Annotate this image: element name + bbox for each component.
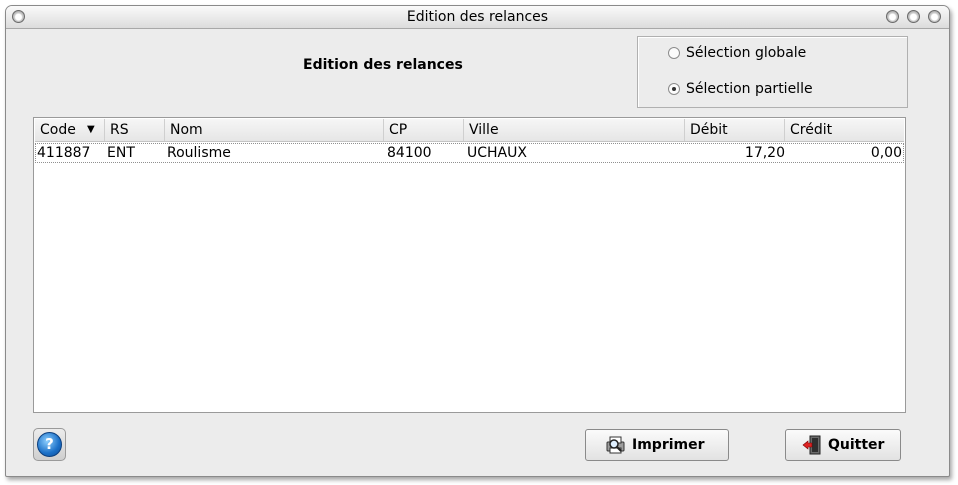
imprimer-label: Imprimer — [632, 437, 705, 453]
maximize-button[interactable] — [907, 10, 920, 23]
column-header-nom[interactable]: Nom — [165, 119, 384, 141]
table-header: Code ▼ RS Nom CP Ville Débit Crédit — [35, 119, 904, 142]
quitter-button[interactable]: Quitter — [785, 429, 901, 461]
imprimer-button[interactable]: Imprimer — [585, 429, 729, 461]
radio-selection-partielle[interactable]: Sélection partielle — [668, 79, 813, 99]
window-title: Edition des relances — [406, 9, 549, 25]
cell-debit: 17,20 — [744, 145, 785, 161]
radio-selection-globale[interactable]: Sélection globale — [668, 43, 806, 63]
help-button[interactable]: ? — [33, 428, 66, 461]
page-title: Edition des relances — [303, 57, 463, 73]
table-row[interactable]: 411887 ENT Roulisme 84100 UCHAUX 17,20 0… — [35, 143, 904, 163]
column-header-debit[interactable]: Débit — [685, 119, 785, 141]
column-header-credit[interactable]: Crédit — [785, 119, 904, 141]
sort-descending-icon: ▼ — [87, 124, 95, 135]
exit-door-icon — [802, 435, 821, 455]
cell-cp: 84100 — [387, 145, 432, 161]
cell-nom: Roulisme — [167, 145, 231, 161]
relances-table: Code ▼ RS Nom CP Ville Débit Crédit 4118… — [33, 117, 906, 413]
column-header-ville[interactable]: Ville — [464, 119, 685, 141]
column-header-cp[interactable]: CP — [384, 119, 464, 141]
minimize-button[interactable] — [886, 10, 899, 23]
radio-label-globale: Sélection globale — [686, 45, 807, 61]
column-header-code[interactable]: Code ▼ — [35, 119, 105, 141]
help-icon: ? — [37, 432, 62, 457]
radio-label-partielle: Sélection partielle — [686, 81, 813, 97]
quitter-label: Quitter — [828, 437, 885, 453]
radio-unchecked-icon[interactable] — [668, 47, 680, 59]
cell-credit: 0,00 — [870, 145, 902, 161]
cell-rs: ENT — [107, 145, 135, 161]
selection-radio-group: Sélection globale Sélection partielle — [637, 36, 908, 108]
column-header-rs[interactable]: RS — [105, 119, 165, 141]
main-window: Edition des relances Edition des relance… — [5, 5, 950, 477]
radio-checked-icon[interactable] — [668, 83, 680, 95]
cell-ville: UCHAUX — [467, 145, 527, 161]
close-button[interactable] — [928, 10, 941, 23]
title-bar[interactable]: Edition des relances — [6, 6, 949, 29]
printer-magnifier-icon — [606, 436, 625, 454]
cell-code: 411887 — [37, 145, 91, 161]
